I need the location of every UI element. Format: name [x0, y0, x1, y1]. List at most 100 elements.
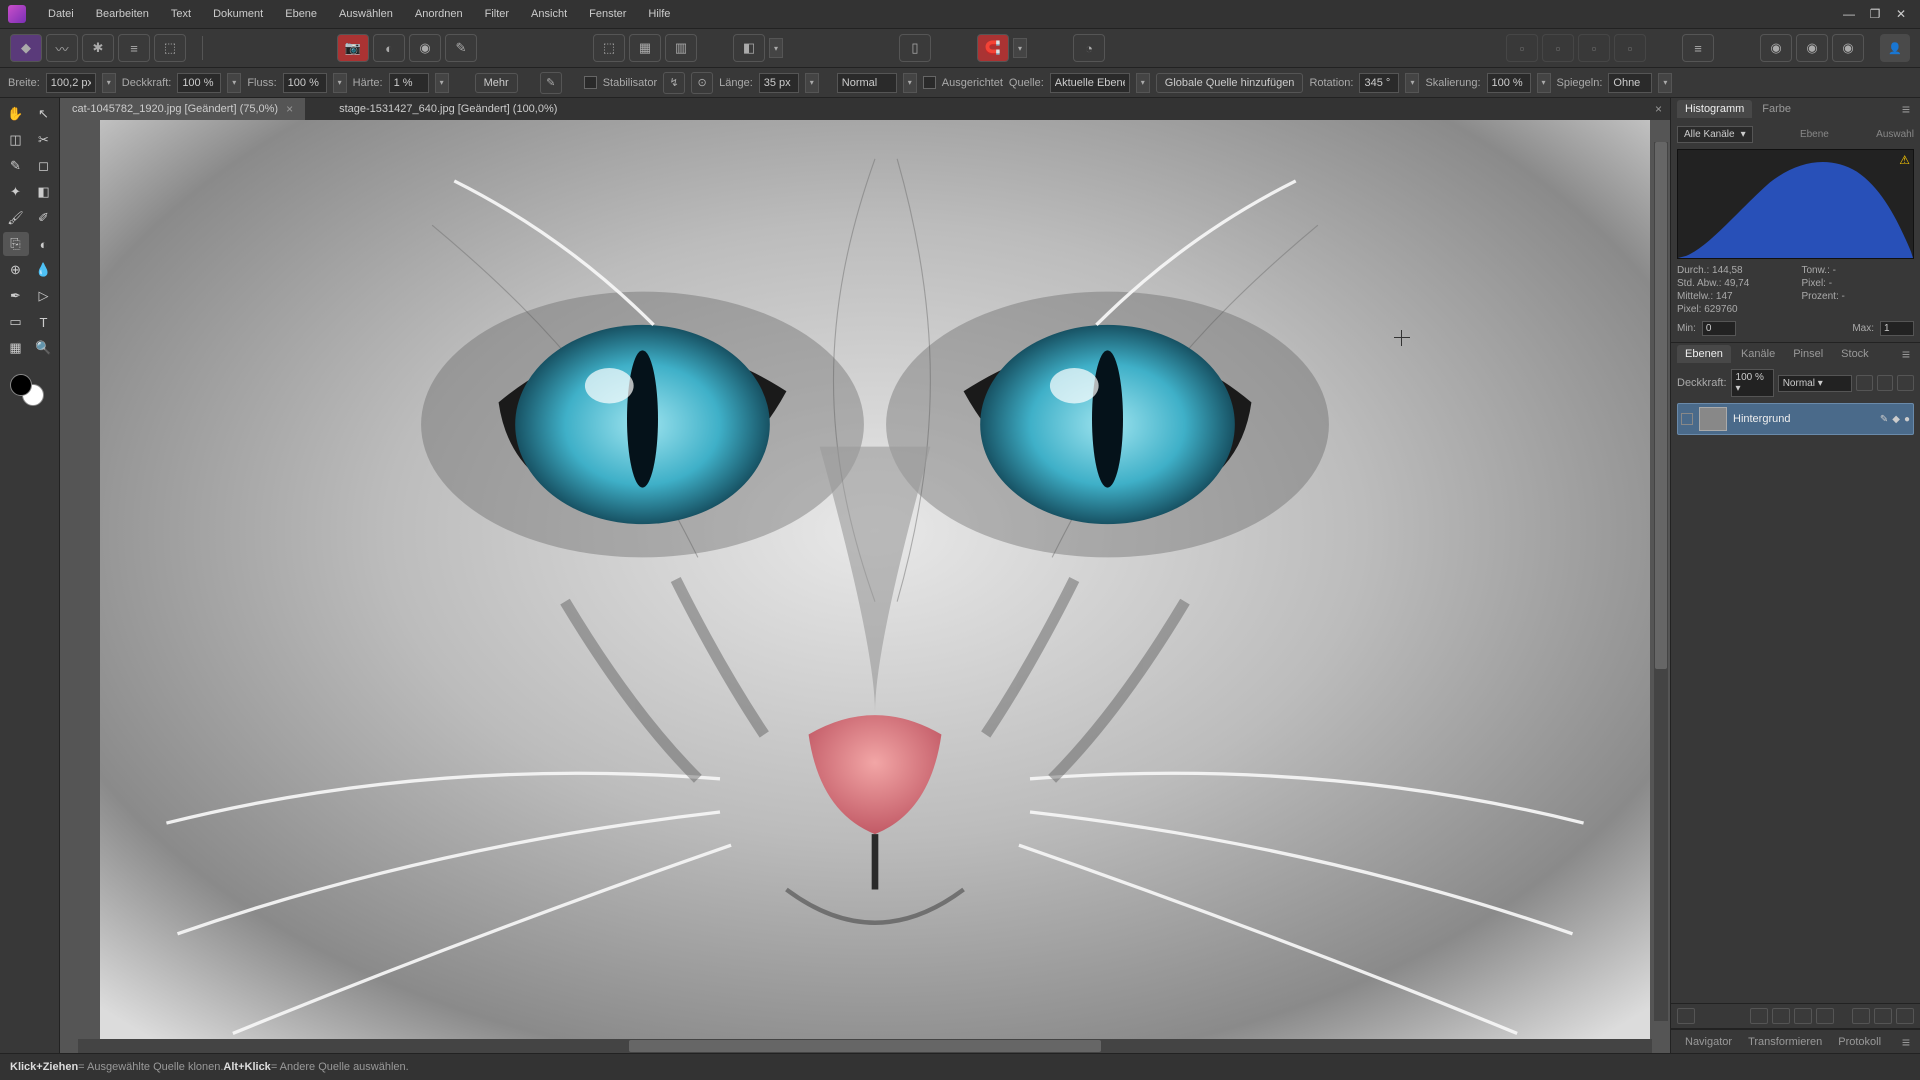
autowhitebalance-icon[interactable]: ✎ [445, 34, 477, 62]
length-input[interactable] [759, 73, 799, 93]
arrange-a-icon[interactable]: ▫ [1506, 34, 1538, 62]
tab-protokoll[interactable]: Protokoll [1830, 1033, 1889, 1051]
mirror-dropdown[interactable]: ▾ [1658, 73, 1672, 93]
menu-anordnen[interactable]: Anordnen [405, 4, 473, 24]
selection-brush-icon[interactable]: ✎ [3, 154, 29, 178]
add-layer-icon[interactable] [1874, 1008, 1892, 1024]
tab-channels[interactable]: Kanäle [1733, 345, 1783, 363]
stock-b-icon[interactable]: ◉ [1796, 34, 1828, 62]
layer-fx-icon[interactable] [1856, 375, 1873, 391]
tab-transform[interactable]: Transformieren [1740, 1033, 1830, 1051]
maximize-button[interactable]: ❐ [1864, 5, 1886, 23]
layer-visibility-checkbox[interactable] [1681, 413, 1693, 425]
arrange-c-icon[interactable]: ▫ [1578, 34, 1610, 62]
flood-select-icon[interactable]: ✦ [3, 180, 29, 204]
blend-mode-dropdown[interactable]: ▾ [903, 73, 917, 93]
mirror-select[interactable] [1608, 73, 1652, 93]
live-filter-icon[interactable] [1816, 1008, 1834, 1024]
group-layer-icon[interactable] [1852, 1008, 1870, 1024]
flow-input[interactable] [283, 73, 327, 93]
close-button[interactable]: ✕ [1890, 5, 1912, 23]
channel-select[interactable]: Alle Kanäle▾ [1677, 126, 1753, 143]
layer-gear-icon[interactable] [1877, 375, 1894, 391]
max-input[interactable] [1880, 321, 1914, 336]
scale-dropdown[interactable]: ▾ [1537, 73, 1551, 93]
panel-menu-icon[interactable]: ≡ [1898, 101, 1914, 117]
source-select[interactable] [1050, 73, 1130, 93]
tab-navigator[interactable]: Navigator [1677, 1033, 1740, 1051]
autolevel-icon[interactable]: 📷 [337, 34, 369, 62]
autocolor-icon[interactable]: ◉ [409, 34, 441, 62]
healing-tool-icon[interactable]: ⊕ [3, 258, 29, 282]
hand-tool-icon[interactable]: ✋ [3, 102, 29, 126]
hardness-dropdown[interactable]: ▾ [435, 73, 449, 93]
marquee-tool-icon[interactable]: ◻ [31, 154, 57, 178]
layer-name[interactable]: Hintergrund [1733, 413, 1874, 425]
arrange-b-icon[interactable]: ▫ [1542, 34, 1574, 62]
quickmask-dropdown[interactable]: ▾ [769, 38, 783, 58]
source-dropdown[interactable]: ▾ [1136, 73, 1150, 93]
assistant-icon[interactable]: ◔ [1073, 34, 1105, 62]
add-global-source-button[interactable]: Globale Quelle hinzufügen [1156, 73, 1304, 93]
stabilizer-checkbox[interactable] [584, 76, 597, 89]
menu-text[interactable]: Text [161, 4, 201, 24]
color-swatches[interactable] [0, 374, 59, 410]
menu-dokument[interactable]: Dokument [203, 4, 273, 24]
vertical-scrollbar[interactable] [1654, 142, 1668, 1021]
tab-brushes[interactable]: Pinsel [1785, 345, 1831, 363]
canvas-viewport[interactable] [60, 120, 1670, 1039]
more-button[interactable]: Mehr [475, 73, 518, 93]
autocontrast-icon[interactable]: ◐ [373, 34, 405, 62]
mask-layer-icon[interactable] [1750, 1008, 1768, 1024]
stabilizer-rope-icon[interactable]: ⊙ [691, 72, 713, 94]
blend-mode-select[interactable] [837, 73, 897, 93]
tab-stock[interactable]: Stock [1833, 345, 1877, 363]
text-tool-icon[interactable]: T [31, 310, 57, 334]
paint-brush-icon[interactable]: 🖌 [3, 206, 29, 230]
menu-ebene[interactable]: Ebene [275, 4, 327, 24]
tab-color[interactable]: Farbe [1754, 100, 1799, 118]
layer-link-icon[interactable]: ◆ [1892, 414, 1900, 425]
close-icon[interactable]: × [286, 102, 293, 116]
refine-icon[interactable]: ▯ [899, 34, 931, 62]
opacity-input[interactable] [177, 73, 221, 93]
min-input[interactable] [1702, 321, 1736, 336]
blur-tool-icon[interactable]: 💧 [31, 258, 57, 282]
clone-tool-icon[interactable]: ⎘ [3, 232, 29, 256]
liquify-persona-icon[interactable]: 〰 [46, 34, 78, 62]
layer-mask-icon[interactable]: ● [1904, 414, 1910, 425]
scale-input[interactable] [1487, 73, 1531, 93]
rotation-input[interactable] [1359, 73, 1399, 93]
doc-tab-2[interactable]: stage-1531427_640.jpg [Geändert] (100,0%… [327, 98, 569, 120]
flow-dropdown[interactable]: ▾ [333, 73, 347, 93]
rotation-dropdown[interactable]: ▾ [1405, 73, 1419, 93]
develop-persona-icon[interactable]: ✱ [82, 34, 114, 62]
aligned-checkbox[interactable] [923, 76, 936, 89]
opacity-dropdown[interactable]: ▾ [227, 73, 241, 93]
quickmask-icon[interactable]: ◧ [733, 34, 765, 62]
zoom-tool-icon[interactable]: 🔍 [31, 336, 57, 360]
menu-ansicht[interactable]: Ansicht [521, 4, 577, 24]
align-left-icon[interactable]: ≡ [1682, 34, 1714, 62]
dodge-tool-icon[interactable]: ◐ [31, 232, 57, 256]
menu-datei[interactable]: Datei [38, 4, 84, 24]
selection-new-icon[interactable]: ⬚ [593, 34, 625, 62]
shape-tool-icon[interactable]: ▭ [3, 310, 29, 334]
layer-thumbview-icon[interactable] [1677, 1008, 1695, 1024]
gradient-tool-icon[interactable]: ◧ [31, 180, 57, 204]
minimize-button[interactable]: — [1838, 5, 1860, 23]
hardness-input[interactable] [389, 73, 429, 93]
panel-menu-icon[interactable]: ≡ [1898, 346, 1914, 362]
width-dropdown[interactable]: ▾ [102, 73, 116, 93]
node-tool-icon[interactable]: ▷ [31, 284, 57, 308]
foreground-color[interactable] [10, 374, 32, 396]
stock-a-icon[interactable]: ◉ [1760, 34, 1792, 62]
selection-subtract-icon[interactable]: ▥ [665, 34, 697, 62]
arrange-d-icon[interactable]: ▫ [1614, 34, 1646, 62]
stock-c-icon[interactable]: ◉ [1832, 34, 1864, 62]
fx-layer-icon[interactable] [1794, 1008, 1812, 1024]
pressure-icon[interactable]: ✎ [540, 72, 562, 94]
close-tabs-icon[interactable]: × [1647, 102, 1670, 116]
adjustment-layer-icon[interactable] [1772, 1008, 1790, 1024]
layer-lock-icon[interactable] [1897, 375, 1914, 391]
